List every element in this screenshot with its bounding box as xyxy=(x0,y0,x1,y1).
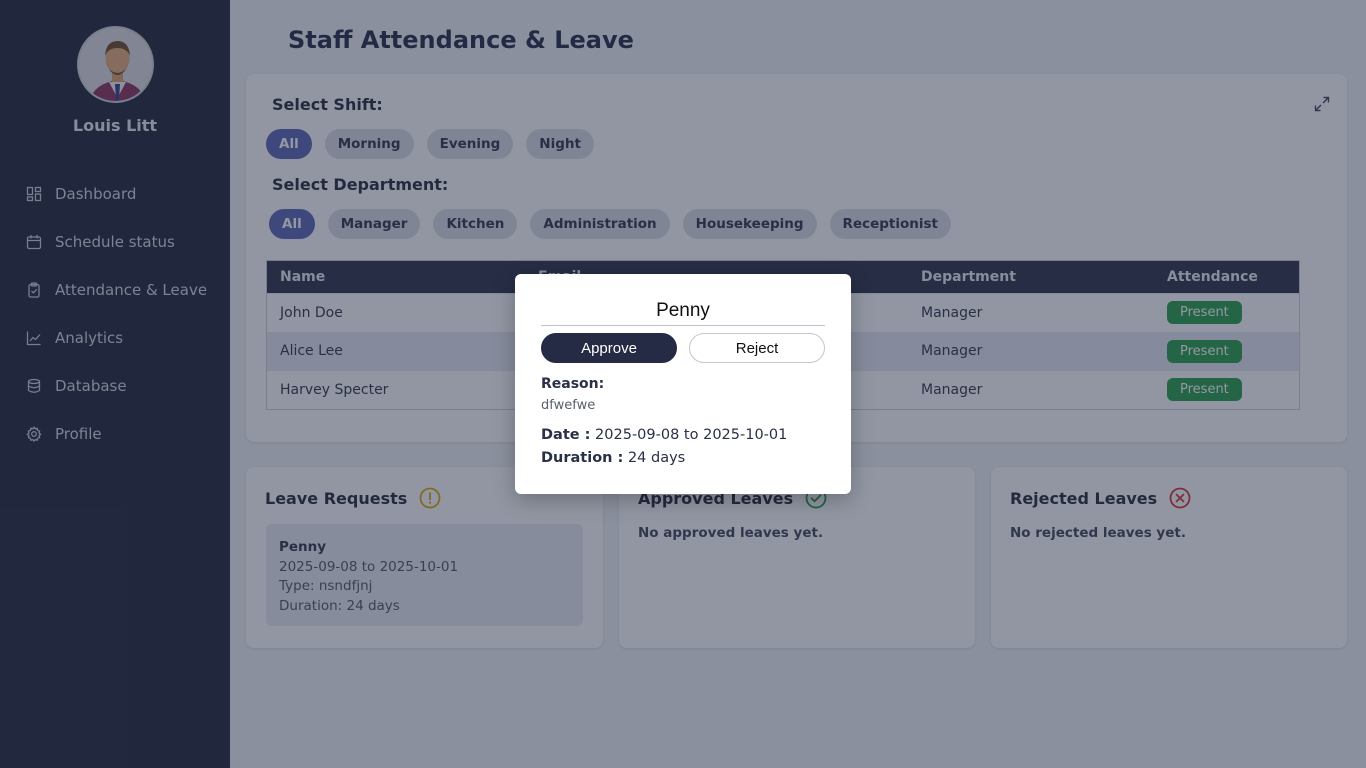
date-line: Date : 2025-09-08 to 2025-10-01 xyxy=(541,427,787,443)
reason-value: dfwefwe xyxy=(541,398,596,413)
modal-employee-name: Penny xyxy=(541,300,825,326)
reject-button[interactable]: Reject xyxy=(689,333,825,363)
date-label: Date : xyxy=(541,427,591,443)
leave-review-modal: Penny Approve Reject Reason: dfwefwe Dat… xyxy=(515,274,851,494)
duration-value: 24 days xyxy=(627,450,686,466)
reason-label: Reason: xyxy=(541,376,605,392)
duration-line: Duration : 24 days xyxy=(541,450,685,466)
date-value: 2025-09-08 to 2025-10-01 xyxy=(595,427,788,443)
duration-label: Duration : xyxy=(541,450,624,466)
approve-button[interactable]: Approve xyxy=(541,333,677,363)
